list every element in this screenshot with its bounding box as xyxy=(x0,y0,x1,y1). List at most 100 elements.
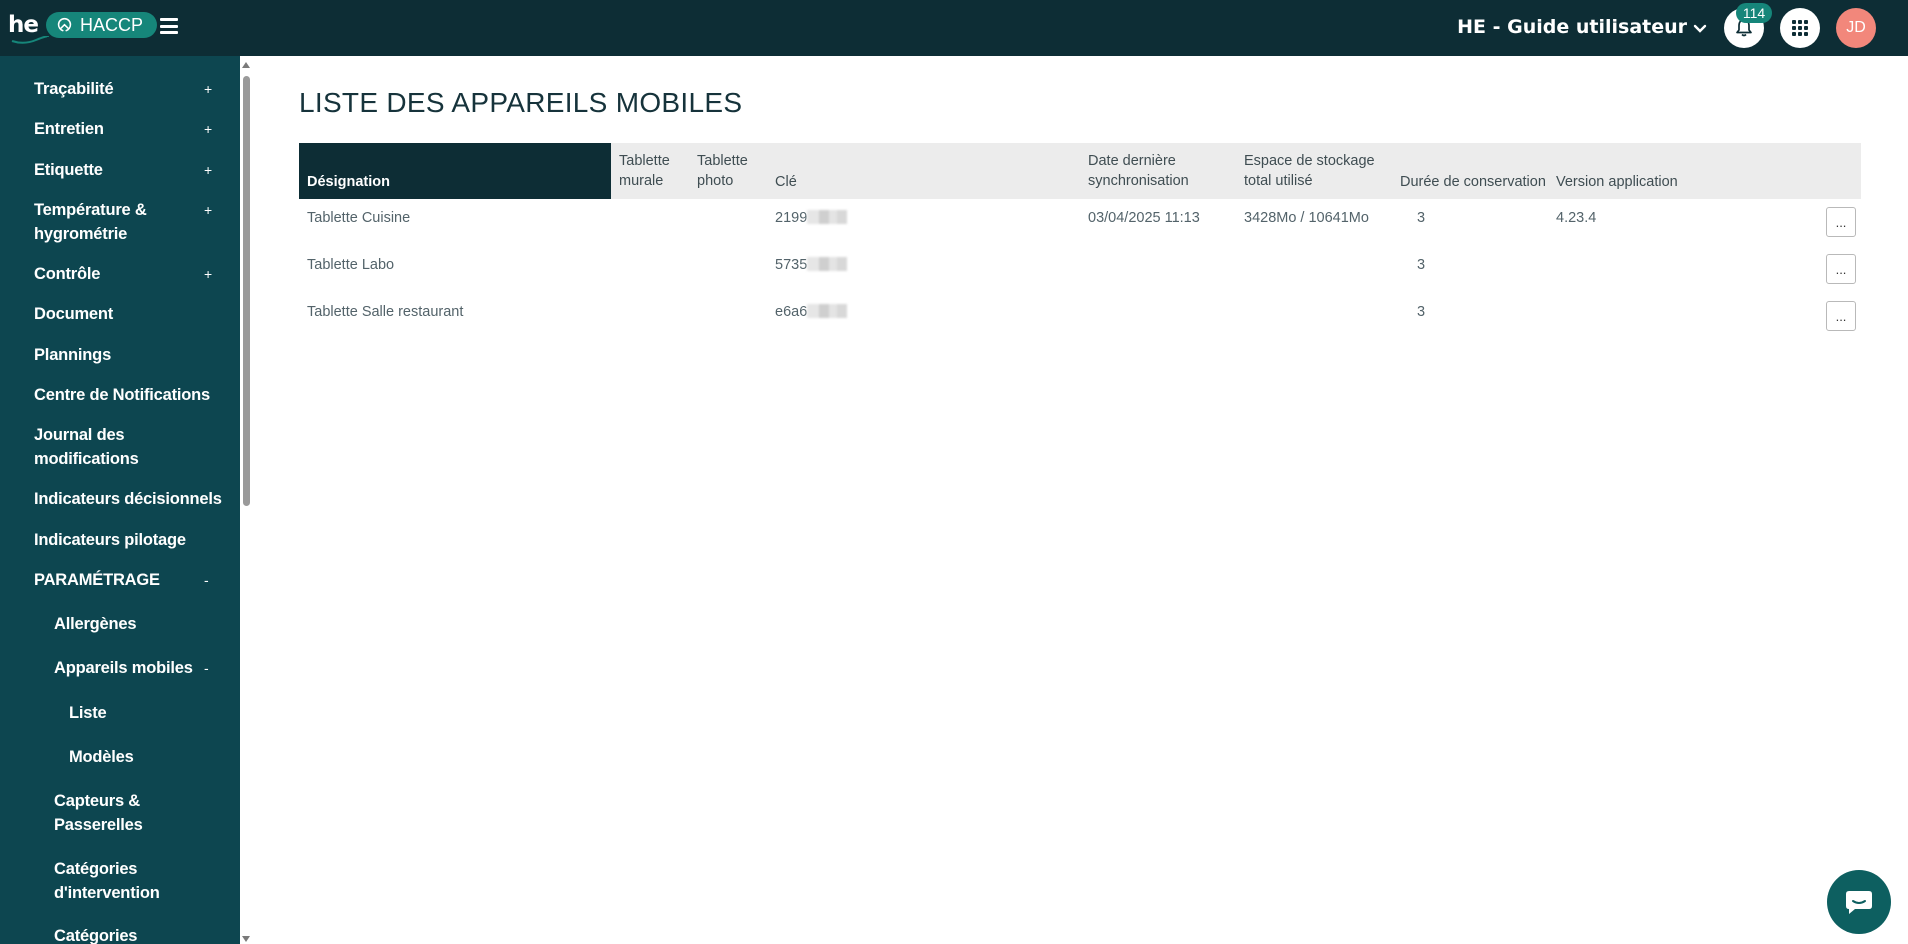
column-header-designation[interactable]: Désignation xyxy=(299,143,611,199)
chat-icon xyxy=(1846,891,1872,914)
sidebar: Traçabilité + Entretien + Etiquette + Te… xyxy=(0,56,240,944)
chevron-down-icon xyxy=(1693,24,1707,33)
logo-swoosh-icon xyxy=(11,36,49,44)
top-bar: he HACCP HE - Guide utilisateur 114 JD xyxy=(0,0,1908,56)
sidebar-item-capteurs[interactable]: Capteurs & Passerelles xyxy=(0,789,228,837)
sidebar-item-label: Plannings xyxy=(34,346,112,364)
cell-date-sync: 03/04/2025 11:13 xyxy=(1088,210,1200,226)
cell-duree: 3 xyxy=(1417,210,1426,226)
header-line: photo xyxy=(697,173,734,189)
app-name: HACCP xyxy=(79,14,143,35)
hamburger-icon[interactable] xyxy=(160,18,178,34)
cell-cle: 2199 xyxy=(775,210,848,226)
sidebar-item-indicateurs-decisionnels[interactable]: Indicateurs décisionnels xyxy=(0,487,228,511)
sidebar-item-label: Contrôle xyxy=(34,265,101,283)
collapse-toggle: - xyxy=(204,572,209,588)
organization-selector[interactable]: HE - Guide utilisateur xyxy=(1457,16,1707,38)
sidebar-item-etiquette[interactable]: Etiquette + xyxy=(0,158,228,182)
table-header: Désignation Tablette murale Tablette pho… xyxy=(299,143,1861,199)
page-title: LISTE DES APPAREILS MOBILES xyxy=(299,87,743,118)
cell-cle-text: e6a6 xyxy=(775,304,808,320)
cell-cle-text: 5735 xyxy=(775,257,808,273)
apps-button[interactable] xyxy=(1780,8,1820,48)
expand-toggle: + xyxy=(204,121,212,137)
sidebar-item-notifications[interactable]: Centre de Notifications xyxy=(0,383,228,407)
redacted-blur xyxy=(807,257,848,271)
sidebar-item-indicateurs-pilotage[interactable]: Indicateurs pilotage xyxy=(0,528,228,552)
cell-version: 4.23.4 xyxy=(1556,210,1597,226)
expand-toggle: + xyxy=(204,81,212,97)
sidebar-item-label: Entretien xyxy=(34,120,104,138)
sidebar-item-label: Catégories xyxy=(54,927,138,944)
cell-cle-text: 2199 xyxy=(775,210,808,226)
column-header-cle[interactable]: Clé xyxy=(775,143,797,199)
sidebar-item-label: Catégories d'intervention xyxy=(54,860,160,902)
sidebar-item-label: Journal des modifications xyxy=(34,426,139,468)
sidebar-item-label: Liste xyxy=(69,704,107,722)
cell-duree: 3 xyxy=(1417,257,1426,273)
column-header-stockage[interactable]: Espace de stockage total utilisé xyxy=(1244,143,1375,199)
collapse-toggle: - xyxy=(204,660,209,676)
sidebar-item-label: Capteurs & Passerelles xyxy=(54,792,143,834)
scroll-up-icon[interactable] xyxy=(242,62,250,68)
table-row[interactable]: Tablette Cuisine 2199 03/04/2025 11:13 3… xyxy=(299,199,1861,246)
header-line: Espace de stockage xyxy=(1244,153,1375,169)
chat-button[interactable] xyxy=(1827,870,1891,934)
sidebar-item-appareils-mobiles[interactable]: Appareils mobiles - xyxy=(0,656,228,680)
sidebar-item-modeles[interactable]: Modèles xyxy=(0,745,228,769)
header-line: Tablette xyxy=(697,153,748,169)
redacted-blur xyxy=(807,210,848,224)
sidebar-item-controle[interactable]: Contrôle + xyxy=(0,262,228,286)
header-line: synchronisation xyxy=(1088,173,1189,189)
row-actions-button[interactable]: ... xyxy=(1826,301,1856,331)
column-header-tablette-murale[interactable]: Tablette murale xyxy=(619,143,670,199)
sidebar-item-journal[interactable]: Journal des modifications xyxy=(0,423,228,471)
notification-count-badge: 114 xyxy=(1736,3,1772,23)
column-header-tablette-photo[interactable]: Tablette photo xyxy=(697,143,748,199)
sidebar-item-categories[interactable]: Catégories xyxy=(0,924,228,944)
apps-grid-icon xyxy=(1792,20,1808,36)
sidebar-item-temperature[interactable]: Température & hygrométrie + xyxy=(0,198,228,246)
user-avatar[interactable]: JD xyxy=(1836,8,1876,48)
column-header-version[interactable]: Version application xyxy=(1556,143,1678,199)
sidebar-item-plannings[interactable]: Plannings xyxy=(0,343,228,367)
expand-toggle: + xyxy=(204,202,212,218)
cell-duree: 3 xyxy=(1417,304,1426,320)
cell-cle: e6a6 xyxy=(775,304,848,320)
sidebar-item-categories-intervention[interactable]: Catégories d'intervention xyxy=(0,857,228,905)
sidebar-item-entretien[interactable]: Entretien + xyxy=(0,117,228,141)
table-row[interactable]: Tablette Salle restaurant e6a6 3 ... xyxy=(299,293,1861,340)
sidebar-scrollbar[interactable] xyxy=(240,56,252,944)
sidebar-item-tracabilite[interactable]: Traçabilité + xyxy=(0,77,228,101)
cell-designation: Tablette Cuisine xyxy=(307,210,411,226)
sidebar-item-liste[interactable]: Liste xyxy=(0,701,228,725)
sidebar-item-label: Etiquette xyxy=(34,161,103,179)
sidebar-item-allergenes[interactable]: Allergènes xyxy=(0,612,228,636)
scrollbar-thumb[interactable] xyxy=(243,76,250,506)
sidebar-item-label: Indicateurs pilotage xyxy=(34,531,186,549)
app-name-pill: HACCP xyxy=(45,12,157,38)
devices-table: Désignation Tablette murale Tablette pho… xyxy=(299,143,1861,340)
expand-toggle: + xyxy=(204,162,212,178)
cell-designation: Tablette Labo xyxy=(307,257,395,273)
header-line: murale xyxy=(619,173,664,189)
app-logo[interactable]: he HACCP xyxy=(8,12,157,44)
column-header-duree[interactable]: Durée de conservation xyxy=(1400,143,1546,199)
table-row[interactable]: Tablette Labo 5735 3 ... xyxy=(299,246,1861,293)
header-line: Tablette xyxy=(619,153,670,169)
sidebar-item-label: Température & hygrométrie xyxy=(34,201,147,243)
sidebar-item-parametrage[interactable]: PARAMÉTRAGE - xyxy=(0,568,228,592)
logo-text: he xyxy=(8,12,39,38)
cell-cle: 5735 xyxy=(775,257,848,273)
sidebar-item-label: Modèles xyxy=(69,748,134,766)
scroll-down-icon[interactable] xyxy=(242,936,250,942)
header-line: total utilisé xyxy=(1244,173,1313,189)
sidebar-item-document[interactable]: Document xyxy=(0,302,228,326)
cell-designation: Tablette Salle restaurant xyxy=(307,304,464,320)
redacted-blur xyxy=(807,304,848,318)
row-actions-button[interactable]: ... xyxy=(1826,207,1856,237)
row-actions-button[interactable]: ... xyxy=(1826,254,1856,284)
column-header-date-sync[interactable]: Date dernière synchronisation xyxy=(1088,143,1189,199)
sidebar-item-label: Traçabilité xyxy=(34,80,114,98)
sidebar-item-label: Centre de Notifications xyxy=(34,386,211,404)
